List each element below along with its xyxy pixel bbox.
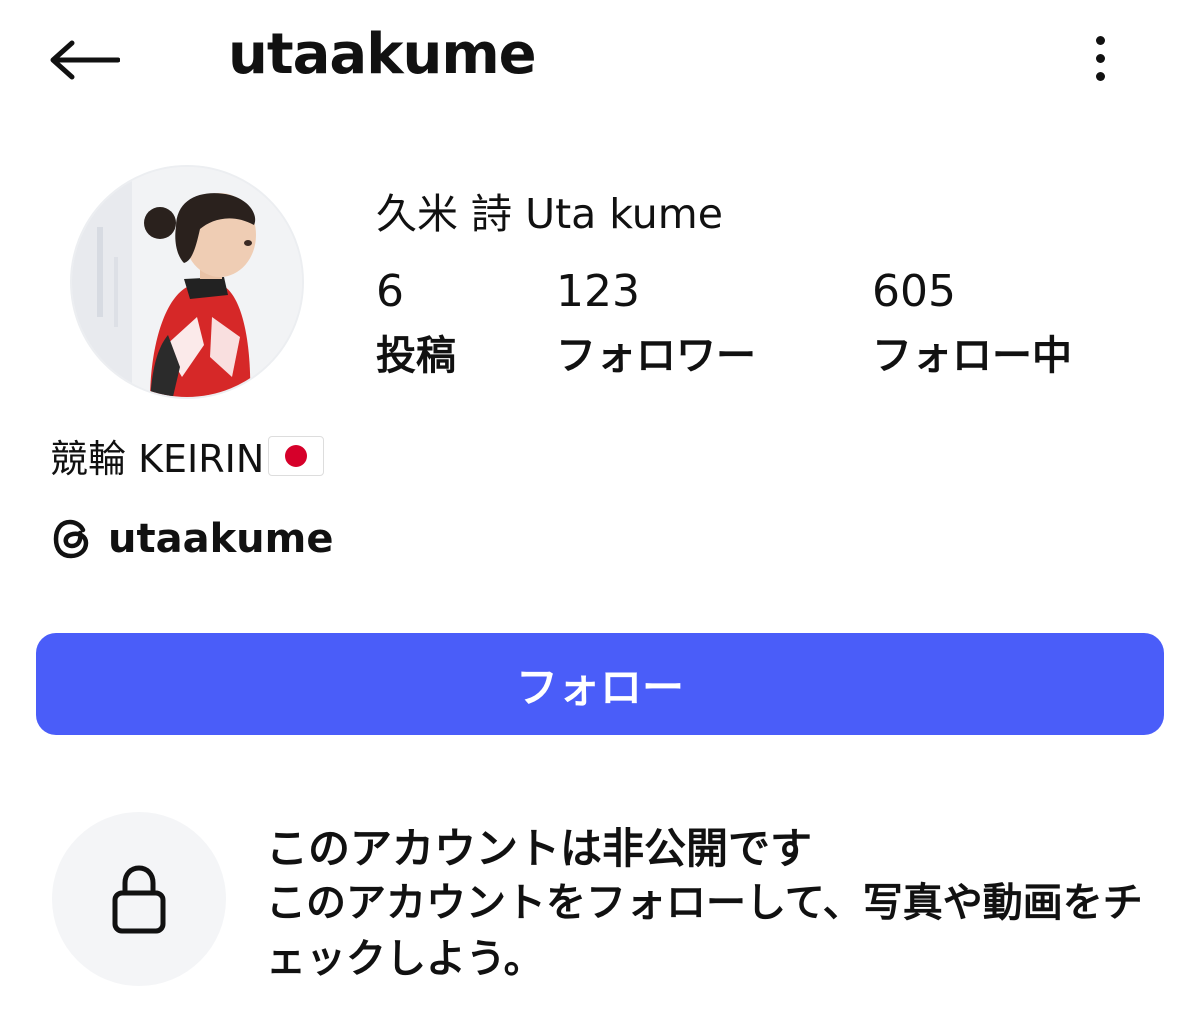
stat-posts[interactable]: 6 投稿 [376,268,456,380]
more-vertical-icon [1095,35,1105,45]
posts-count: 6 [376,266,404,317]
bio-text: 競輪 KEIRIN [50,437,265,481]
page-title: utaakume [228,22,537,87]
posts-label: 投稿 [376,333,456,379]
more-options-button[interactable] [1080,28,1120,88]
top-bar: utaakume [0,0,1200,120]
profile-photo [72,167,302,397]
profile-page: utaakume 久米 詩 Uta kume 6 投稿 123 フォロワー 60… [0,0,1200,1017]
japan-flag-icon [268,435,325,476]
threads-icon [53,519,89,559]
following-count: 605 [872,266,956,317]
lock-badge [52,812,226,986]
followers-count: 123 [556,266,640,317]
threads-handle: utaakume [108,516,334,562]
followers-label: フォロワー [556,333,756,379]
arrow-left-icon [50,40,120,80]
lock-icon [112,865,166,934]
following-label: フォロー中 [872,333,1072,379]
stat-followers[interactable]: 123 フォロワー [556,268,756,380]
bio: 競輪 KEIRIN [50,428,325,483]
private-account-title: このアカウントは非公開です [266,824,813,873]
threads-link[interactable]: utaakume [50,516,333,562]
avatar[interactable] [70,165,304,399]
back-button[interactable] [48,28,128,92]
private-account-description: このアカウントをフォローして、写真や動画をチェックしよう。 [266,880,1143,982]
profile-full-name: 久米 詩 Uta kume [376,190,723,238]
follow-button[interactable]: フォロー [36,633,1164,735]
stat-following[interactable]: 605 フォロー中 [872,268,1072,380]
